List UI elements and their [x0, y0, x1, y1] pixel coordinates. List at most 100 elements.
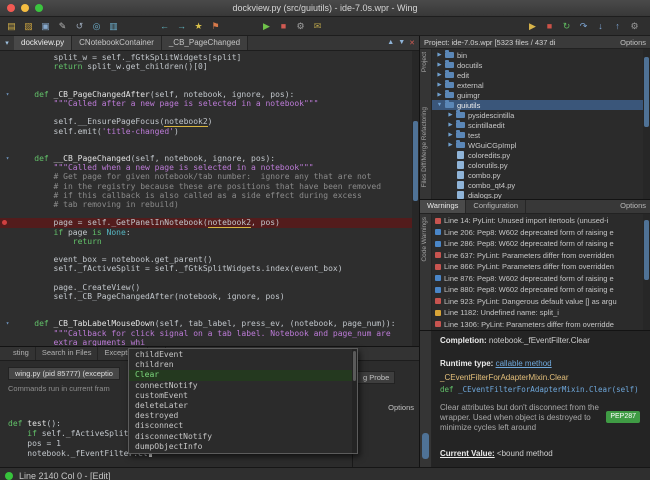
- tab-debug-probe[interactable]: g Probe: [357, 371, 396, 384]
- code-line[interactable]: ▾ def __CB_PageChanged(self, notebook, i…: [0, 154, 412, 163]
- split-up-icon[interactable]: ▲: [387, 39, 394, 47]
- code-line[interactable]: [0, 81, 412, 90]
- project-tree-item[interactable]: ▶ edit: [432, 70, 643, 80]
- current-value-label[interactable]: Current Value:: [440, 449, 495, 458]
- stop-icon[interactable]: ■: [277, 20, 290, 33]
- tab-menu-icon[interactable]: ▾: [0, 39, 14, 47]
- project-tree-item[interactable]: colorutils.py: [432, 160, 643, 170]
- code-line[interactable]: """Called after a new page is selected i…: [0, 99, 412, 108]
- project-tree-item[interactable]: ▶ WGuiCGpImpl: [432, 140, 643, 150]
- autocomplete-item[interactable]: childEvent: [129, 350, 352, 360]
- project-tree-item[interactable]: ▶ guimgr: [432, 90, 643, 100]
- edit-icon[interactable]: ✎: [56, 20, 69, 33]
- warning-item[interactable]: Line 1182: Undefined name: split_i: [432, 307, 643, 319]
- autocomplete-item[interactable]: dumpObjectInfo: [129, 442, 352, 452]
- warning-item[interactable]: Line 14: PyLint: Unused import itertools…: [432, 215, 643, 227]
- settings-icon[interactable]: ⚙: [294, 20, 307, 33]
- code-line[interactable]: [0, 209, 412, 218]
- warning-item[interactable]: Line 1306: PyLint: Parameters differ fro…: [432, 319, 643, 331]
- code-line[interactable]: # tab removing in rebuild): [0, 200, 412, 209]
- editor-tab[interactable]: _CB_PageChanged: [161, 36, 249, 50]
- code-line[interactable]: [0, 301, 412, 310]
- code-line[interactable]: """Callback for click signal on a tab la…: [0, 329, 412, 338]
- warnings-options-button[interactable]: Options: [620, 200, 650, 213]
- code-line[interactable]: """Called when a new page is selected in…: [0, 163, 412, 172]
- collapse-icon[interactable]: ▼: [435, 102, 444, 108]
- warnings-scrollbar-thumb[interactable]: [644, 220, 649, 280]
- project-options-button[interactable]: Options: [620, 38, 646, 47]
- autocomplete-popup[interactable]: childEvent children Clear connectNotify cust…: [128, 348, 358, 454]
- gear-icon[interactable]: ⚙: [628, 20, 641, 33]
- split-down-icon[interactable]: ▼: [398, 39, 405, 47]
- expand-icon[interactable]: ▶: [435, 52, 444, 58]
- expand-icon[interactable]: ▶: [446, 122, 455, 128]
- warning-item[interactable]: Line 876: Pep8: W602 deprecated form of …: [432, 273, 643, 285]
- project-tree-item[interactable]: ▶ bin: [432, 50, 643, 60]
- project-tree-item[interactable]: combo.py: [432, 170, 643, 180]
- expand-icon[interactable]: ▶: [435, 72, 444, 78]
- autocomplete-item[interactable]: children: [129, 360, 352, 370]
- shell-session-tab[interactable]: wing.py (pid 85777) (exceptio: [8, 367, 120, 380]
- zoom-window-button[interactable]: [35, 4, 43, 12]
- code-line[interactable]: self.__EnsurePageFocus(notebook2): [0, 117, 412, 128]
- files-vertical-tab[interactable]: Files Diff/Merge Refactoring: [421, 107, 428, 187]
- flag-icon[interactable]: ⚑: [209, 20, 222, 33]
- fold-marker-icon[interactable]: ▾: [0, 319, 15, 328]
- open-folder-icon[interactable]: ▨: [22, 20, 35, 33]
- warning-item[interactable]: Line 206: Pep8: W602 deprecated form of …: [432, 227, 643, 239]
- warning-item[interactable]: Line 866: PyLint: Parameters differ from…: [432, 261, 643, 273]
- bookmark-icon[interactable]: ★: [192, 20, 205, 33]
- editor-scrollbar[interactable]: [412, 51, 419, 346]
- code-line[interactable]: extra arguments whi: [0, 338, 412, 346]
- warning-item[interactable]: Line 880: Pep8: W602 deprecated form of …: [432, 284, 643, 296]
- fold-marker-icon[interactable]: ▾: [0, 90, 15, 99]
- code-line[interactable]: split_w = self._fGtkSplitWidgets[split]: [0, 53, 412, 62]
- back-icon[interactable]: ←: [158, 20, 171, 33]
- revert-icon[interactable]: ↺: [73, 20, 86, 33]
- debug-stop-icon[interactable]: ■: [543, 20, 556, 33]
- new-file-icon[interactable]: ▤: [5, 20, 18, 33]
- autocomplete-item[interactable]: Clear: [129, 370, 352, 381]
- expand-icon[interactable]: ▶: [435, 82, 444, 88]
- expand-icon[interactable]: ▶: [446, 132, 455, 138]
- code-line[interactable]: [0, 274, 412, 283]
- close-window-button[interactable]: [7, 4, 15, 12]
- code-line[interactable]: ▾ def _CB_PageChangedAfter(self, noteboo…: [0, 90, 412, 99]
- restart-icon[interactable]: ↻: [560, 20, 573, 33]
- step-over-icon[interactable]: ↷: [577, 20, 590, 33]
- code-warnings-vertical-tab[interactable]: Code Warnings: [421, 217, 428, 262]
- minimize-window-button[interactable]: [21, 4, 29, 12]
- expand-icon[interactable]: ▶: [435, 62, 444, 68]
- autocomplete-scrollbar[interactable]: [352, 349, 357, 453]
- autocomplete-item[interactable]: destroyed: [129, 411, 352, 421]
- code-line[interactable]: ▾ def _CB_TabLabelMouseDown(self, tab_la…: [0, 319, 412, 328]
- code-line[interactable]: [0, 310, 412, 319]
- step-out-icon[interactable]: ↑: [611, 20, 624, 33]
- code-line[interactable]: # in the registry because these are posi…: [0, 182, 412, 191]
- project-scrollbar[interactable]: [643, 49, 650, 199]
- project-tree-item[interactable]: ▶ external: [432, 80, 643, 90]
- editor-scrollbar-thumb[interactable]: [413, 121, 418, 201]
- project-tree-item[interactable]: combo_qt4.py: [432, 180, 643, 190]
- tool-tab[interactable]: sting: [7, 347, 36, 360]
- autocomplete-item[interactable]: disconnect: [129, 421, 352, 431]
- warning-item[interactable]: Line 637: PyLint: Parameters differ from…: [432, 250, 643, 262]
- search-files-icon[interactable]: ▥: [107, 20, 120, 33]
- code-line[interactable]: [0, 145, 412, 154]
- project-tree-item[interactable]: coloredits.py: [432, 150, 643, 160]
- code-editor[interactable]: split_w = self._fGtkSplitWidgets[split] …: [0, 51, 419, 346]
- tool-tab[interactable]: Search in Files: [36, 347, 99, 360]
- run-icon[interactable]: ▶: [260, 20, 273, 33]
- forward-icon[interactable]: →: [175, 20, 188, 33]
- code-line[interactable]: [0, 108, 412, 117]
- project-tree-item[interactable]: ▶ scintillaedit: [432, 120, 643, 130]
- runtime-type-link[interactable]: callable method: [496, 359, 552, 368]
- code-line[interactable]: return split_w.get_children()[0]: [0, 62, 412, 71]
- warning-item[interactable]: Line 923: PyLint: Dangerous default valu…: [432, 296, 643, 308]
- warnings-tab[interactable]: Warnings: [420, 200, 467, 213]
- code-line[interactable]: page._CreateView(): [0, 283, 412, 292]
- expand-icon[interactable]: ▶: [435, 92, 444, 98]
- assistant-scroll-thumb[interactable]: [422, 433, 429, 459]
- project-tree-item[interactable]: ▶ docutils: [432, 60, 643, 70]
- warnings-tab[interactable]: Configuration: [466, 200, 527, 213]
